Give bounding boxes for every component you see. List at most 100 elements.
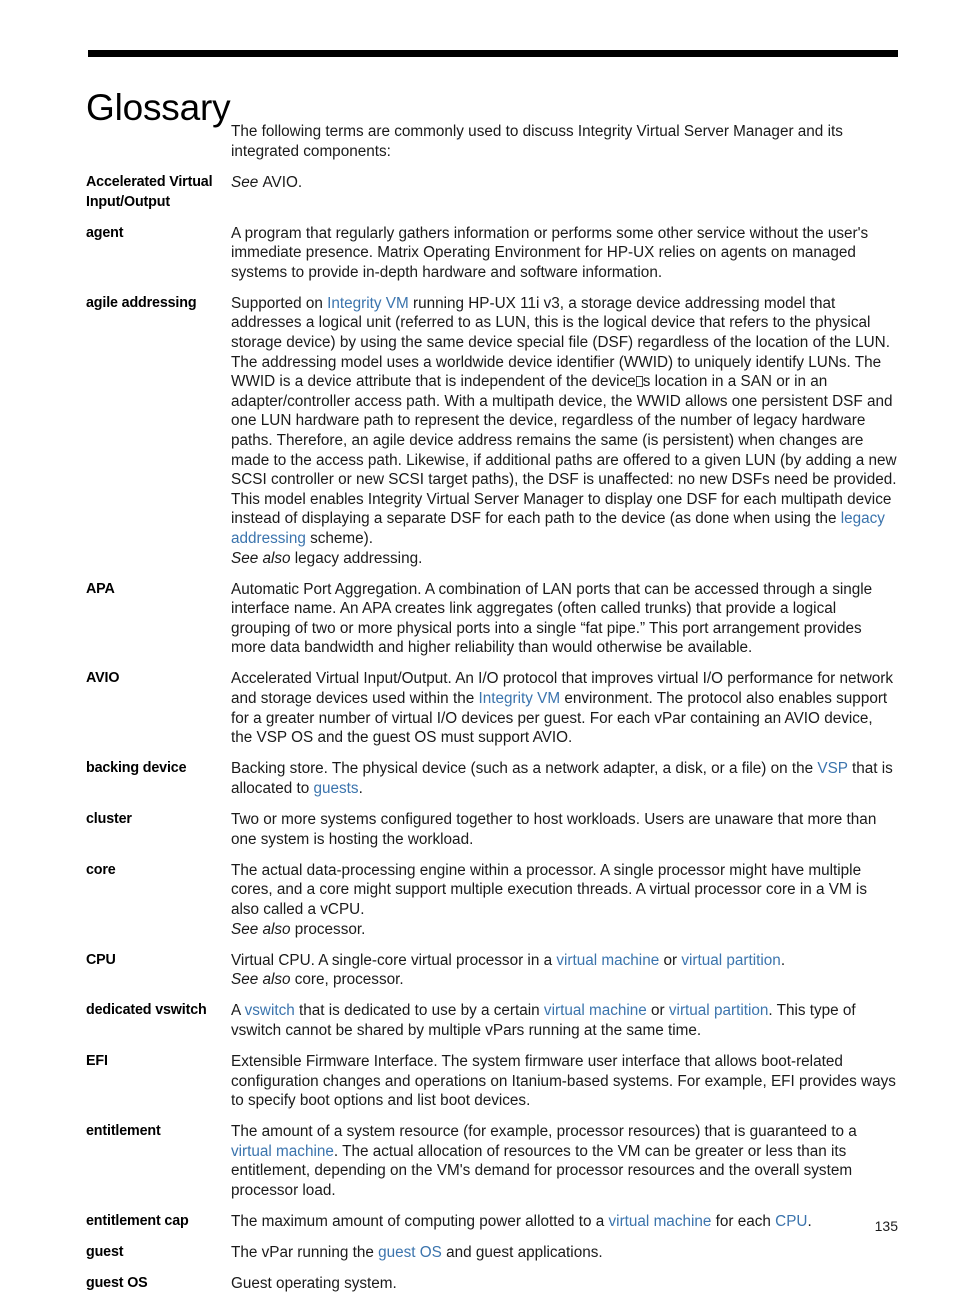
definition-text: s location in a SAN or in an adapter/con… — [231, 373, 897, 528]
definition-text: Automatic Port Aggregation. A combinatio… — [231, 580, 873, 657]
glossary-definition: See AVIO. — [231, 173, 898, 193]
glossary-definition: A program that regularly gathers informa… — [231, 224, 898, 283]
glossary-term: guest — [86, 1244, 124, 1261]
definition-paragraph: Backing store. The physical device (such… — [231, 759, 898, 798]
glossary-term: cluster — [86, 811, 132, 828]
missing-glyph-box-icon — [635, 376, 643, 388]
glossary-entry: agile addressing Supported on Integrity V… — [86, 294, 898, 568]
glossary-definition: Virtual CPU. A single-core virtual proce… — [231, 951, 898, 990]
definition-text: processor. — [294, 920, 366, 938]
definition-text: and guest applications. — [441, 1244, 603, 1262]
definition-paragraph: Guest operating system. — [231, 1274, 898, 1294]
glossary-definition: The vPar running the guest OS and guest … — [231, 1243, 898, 1263]
cross-reference-link[interactable]: virtual machine — [231, 1143, 334, 1160]
see-also-label: See also — [231, 549, 295, 567]
intro-paragraph: The following terms are commonly used to… — [231, 123, 843, 160]
definition-paragraph: See also core, processor. — [231, 970, 898, 990]
definition-paragraph: The amount of a system resource (for exa… — [231, 1122, 898, 1200]
definition-text: Virtual CPU. A single-core virtual proce… — [231, 951, 557, 969]
glossary-entry: Accelerated Virtual Input/Output See AVIO… — [86, 173, 898, 212]
glossary-definition: Two or more systems configured together … — [231, 810, 898, 849]
glossary-entry: entitlement The amount of a system resour… — [86, 1122, 898, 1200]
definition-text: The vPar running the — [231, 1244, 379, 1262]
glossary-definition: Accelerated Virtual Input/Output. An I/O… — [231, 669, 898, 747]
cross-reference-link[interactable]: guests — [314, 780, 359, 797]
glossary-term: backing device — [86, 760, 187, 777]
glossary-term: guest OS — [86, 1275, 148, 1292]
definition-text: A program that regularly gathers informa… — [231, 224, 869, 281]
definition-paragraph: A program that regularly gathers informa… — [231, 224, 898, 283]
cross-reference-link[interactable]: virtual machine — [544, 1002, 647, 1019]
definition-text: legacy addressing. — [294, 549, 423, 567]
glossary-definition: Automatic Port Aggregation. A combinatio… — [231, 580, 898, 658]
definition-text: . — [780, 951, 786, 969]
definition-paragraph: Virtual CPU. A single-core virtual proce… — [231, 951, 898, 971]
definition-text: AVIO. — [262, 174, 303, 192]
glossary-definition: Guest operating system. — [231, 1274, 898, 1294]
glossary-definition: Extensible Firmware Interface. The syste… — [231, 1052, 898, 1111]
page-number: 135 — [874, 1218, 898, 1234]
glossary-entry: CPU Virtual CPU. A single-core virtual pr… — [86, 951, 898, 990]
definition-text: The amount of a system resource (for exa… — [231, 1123, 857, 1141]
glossary-term: CPU — [86, 951, 116, 968]
definition-paragraph: A vswitch that is dedicated to use by a … — [231, 1001, 898, 1040]
glossary-entry: APA Automatic Port Aggregation. A combina… — [86, 580, 898, 658]
glossary-term: core — [86, 861, 116, 878]
see-also-label: See also — [231, 971, 295, 989]
header-rule — [88, 50, 898, 57]
glossary-entry: guest The vPar running the guest OS and g… — [86, 1243, 898, 1263]
cross-reference-link[interactable]: virtual partition — [681, 952, 780, 969]
definition-paragraph: Extensible Firmware Interface. The syste… — [231, 1052, 898, 1111]
cross-reference-link[interactable]: Integrity VM — [478, 690, 560, 707]
glossary-entry: backing device Backing store. The physica… — [86, 759, 898, 798]
glossary-definition: The amount of a system resource (for exa… — [231, 1122, 898, 1200]
definition-text: A — [231, 1002, 245, 1020]
glossary-definition: Backing store. The physical device (such… — [231, 759, 898, 798]
definition-text: Guest operating system. — [231, 1275, 397, 1293]
definition-paragraph: See also processor. — [231, 920, 898, 940]
definition-text: Extensible Firmware Interface. The syste… — [231, 1052, 896, 1110]
cross-reference-link[interactable]: guest OS — [378, 1244, 442, 1261]
glossary-definition: The actual data-processing engine within… — [231, 861, 898, 939]
definition-text: Supported on — [231, 294, 328, 312]
definition-text: Two or more systems configured together … — [231, 811, 877, 848]
definition-paragraph: Supported on Integrity VM running HP-UX … — [231, 294, 898, 549]
glossary-content: The following terms are commonly used to… — [86, 122, 898, 1305]
cross-reference-link[interactable]: vswitch — [245, 1002, 295, 1019]
glossary-entry: cluster Two or more systems configured to… — [86, 810, 898, 849]
definition-text: that is dedicated to use by a certain — [294, 1002, 544, 1020]
definition-paragraph: The actual data-processing engine within… — [231, 861, 898, 920]
definition-paragraph: Accelerated Virtual Input/Output. An I/O… — [231, 669, 898, 747]
glossary-term: dedicated vswitch — [86, 1002, 207, 1019]
glossary-entry: core The actual data-processing engine wi… — [86, 861, 898, 939]
cross-reference-link[interactable]: VSP — [817, 760, 847, 777]
definition-paragraph: Automatic Port Aggregation. A combinatio… — [231, 580, 898, 658]
definition-text: core, processor. — [294, 971, 404, 989]
glossary-definition: A vswitch that is dedicated to use by a … — [231, 1001, 898, 1040]
definition-text: Backing store. The physical device (such… — [231, 760, 818, 778]
glossary-term: APA — [86, 580, 115, 597]
glossary-term: agile addressing — [86, 294, 197, 311]
glossary-entry: guest OS Guest operating system. — [86, 1274, 898, 1294]
glossary-term: entitlement — [86, 1123, 161, 1140]
glossary-term: AVIO — [86, 670, 120, 687]
cross-reference-link[interactable]: virtual partition — [669, 1002, 768, 1019]
glossary-page: Glossary The following terms are commonl… — [0, 0, 954, 1292]
definition-text: . — [358, 779, 363, 797]
definition-text: or — [646, 1002, 669, 1020]
glossary-entry: agent A program that regularly gathers in… — [86, 224, 898, 283]
glossary-entry: AVIO Accelerated Virtual Input/Output. An… — [86, 669, 898, 747]
glossary-entry: dedicated vswitch A vswitch that is dedic… — [86, 1001, 898, 1040]
definition-paragraph: See AVIO. — [231, 173, 898, 193]
definition-paragraph: The vPar running the guest OS and guest … — [231, 1243, 898, 1263]
definition-text: scheme). — [305, 529, 373, 547]
glossary-entry: EFI Extensible Firmware Interface. The sy… — [86, 1052, 898, 1111]
glossary-definition: Supported on Integrity VM running HP-UX … — [231, 294, 898, 568]
definition-text: or — [659, 951, 682, 969]
glossary-term: agent — [86, 224, 124, 241]
glossary-term: EFI — [86, 1052, 108, 1069]
definition-paragraph: Two or more systems configured together … — [231, 810, 898, 849]
cross-reference-link[interactable]: Integrity VM — [327, 295, 409, 312]
glossary-entry-list: Accelerated Virtual Input/Output See AVIO… — [86, 173, 898, 1294]
cross-reference-link[interactable]: virtual machine — [556, 952, 659, 969]
